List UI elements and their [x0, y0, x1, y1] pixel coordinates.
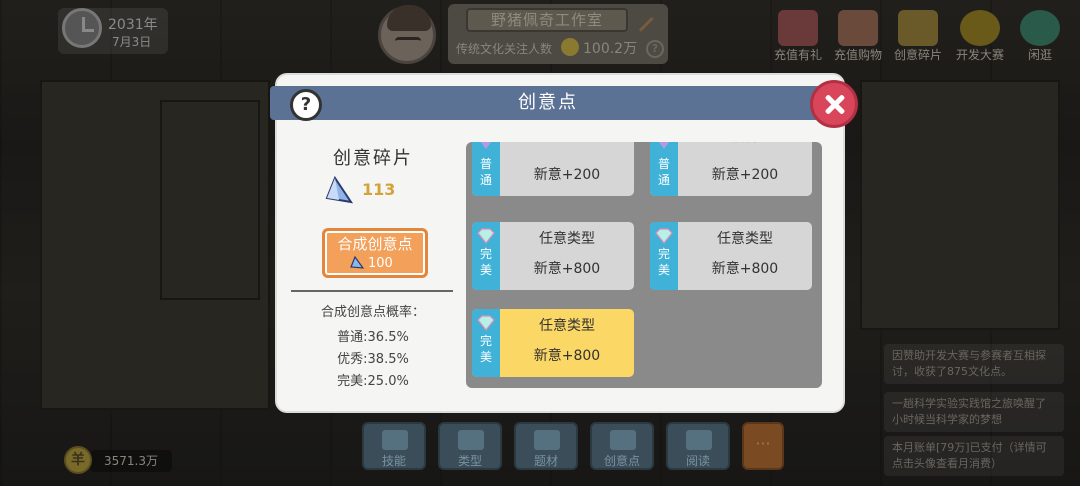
close-button[interactable] — [810, 80, 858, 128]
dialog-title: 创意点 — [518, 92, 578, 113]
probability-perfect: 完美:25.0% — [337, 374, 409, 389]
shop-icon[interactable] — [838, 10, 878, 46]
money-icon: 羊 — [64, 446, 92, 474]
tree-icon[interactable] — [1020, 10, 1060, 46]
synthesize-cost: 100 — [368, 256, 393, 271]
more-button[interactable]: ··· — [742, 422, 784, 470]
tab-ideas[interactable]: 创意点 — [590, 422, 654, 470]
book-icon — [382, 430, 408, 450]
card-value: 新意+800 — [533, 261, 601, 277]
top-icon-label[interactable]: 充值有礼 — [766, 46, 830, 63]
card-type: 任意类型 — [539, 318, 595, 334]
smile-icon — [561, 38, 579, 56]
idea-card[interactable]: 完美 任意类型 新意+800 — [650, 222, 812, 290]
code-medal-icon[interactable] — [960, 10, 1000, 46]
tab-skills[interactable]: 技能 — [362, 422, 426, 470]
card-value: 新意+200 — [711, 167, 779, 183]
money-text: 3571.3万 — [104, 454, 158, 468]
top-icon-label[interactable]: 创意碎片 — [886, 46, 950, 63]
tab-label: 创意点 — [603, 454, 640, 468]
year-text: 2031年 — [108, 17, 158, 33]
news-item[interactable]: 一趟科学实验实践馆之旅唤醒了小时候当科学家的梦想 — [884, 392, 1064, 432]
gift-icon[interactable] — [778, 10, 818, 46]
diamond-icon — [477, 228, 495, 244]
fragment-gem-icon — [325, 176, 353, 204]
top-icon-label[interactable]: 充值购物 — [826, 46, 890, 63]
followers-help-icon[interactable]: ? — [646, 40, 664, 58]
top-icon-label[interactable]: 闲逛 — [1010, 46, 1070, 63]
fragment-count: 113 — [362, 180, 396, 199]
news-item[interactable]: 因赞助开发大赛与参赛者互相探讨，收获了875文化点。 — [884, 344, 1064, 384]
top-icon-label[interactable]: 开发大赛 — [948, 46, 1012, 63]
idea-card-selected[interactable]: 完美 任意类型 新意+800 — [472, 309, 634, 377]
synthesize-label: 合成创意点 — [337, 235, 413, 253]
probability-title: 合成创意点概率： — [320, 305, 425, 320]
card-type: 任意类型 — [539, 231, 595, 247]
followers-value: 100.2万 — [583, 41, 638, 57]
card-type: 横屏 — [678, 142, 812, 146]
card-rarity: 普通 — [479, 157, 492, 187]
followers-label: 传统文化关注人数 — [456, 42, 553, 56]
money-value: 3571.3万 — [90, 450, 172, 472]
tab-label: 类型 — [457, 454, 482, 468]
card-type: 红色 — [500, 142, 634, 146]
card-rarity: 普通 — [657, 157, 670, 187]
fragment-box-icon[interactable] — [898, 10, 938, 46]
player-avatar[interactable] — [378, 5, 436, 64]
probability-excellent: 优秀:38.5% — [337, 352, 409, 367]
diamond-icon — [477, 315, 495, 331]
tab-label: 题材 — [533, 454, 558, 468]
tab-label: 阅读 — [685, 454, 710, 468]
diamond-icon — [655, 228, 673, 244]
purple-gem-icon — [658, 142, 670, 149]
idea-card[interactable]: 完美 任意类型 新意+800 — [472, 222, 634, 290]
fragment-title: 创意碎片 — [333, 148, 413, 169]
idea-card[interactable]: 普通 红色 新意+200 — [472, 142, 634, 196]
date-text: 7月3日 — [112, 35, 152, 49]
script-icon — [534, 430, 560, 450]
card-value: 新意+800 — [533, 348, 601, 364]
cost-gem-icon — [350, 256, 364, 269]
purple-gem-icon — [480, 142, 492, 149]
tab-genre[interactable]: 类型 — [438, 422, 502, 470]
tab-theme[interactable]: 题材 — [514, 422, 578, 470]
gamepad-icon — [458, 430, 484, 450]
news-item[interactable]: 本月账单[79万]已支付（详情可点击头像查看月消费） — [884, 436, 1064, 476]
tab-label: 技能 — [381, 454, 406, 468]
probability-common: 普通:36.5% — [337, 330, 409, 345]
card-rarity: 完美 — [479, 334, 492, 364]
idea-card-grid[interactable]: 普通 红色 新意+200 普通 横屏 新意+200 完美 任意类型 新意+800… — [466, 142, 822, 388]
card-rarity: 完美 — [479, 247, 492, 277]
idea-card[interactable]: 普通 横屏 新意+200 — [650, 142, 812, 196]
card-value: 新意+200 — [533, 167, 601, 183]
tab-reading[interactable]: 阅读 — [666, 422, 730, 470]
reading-icon — [686, 430, 712, 450]
diamond-icon — [610, 430, 636, 450]
divider — [291, 290, 453, 292]
studio-name[interactable]: 野猪佩奇工作室 — [466, 8, 628, 32]
card-value: 新意+800 — [711, 261, 779, 277]
card-rarity: 完美 — [657, 247, 670, 277]
clock-icon — [62, 8, 102, 48]
help-icon[interactable]: ? — [290, 89, 322, 121]
card-type: 任意类型 — [717, 231, 773, 247]
